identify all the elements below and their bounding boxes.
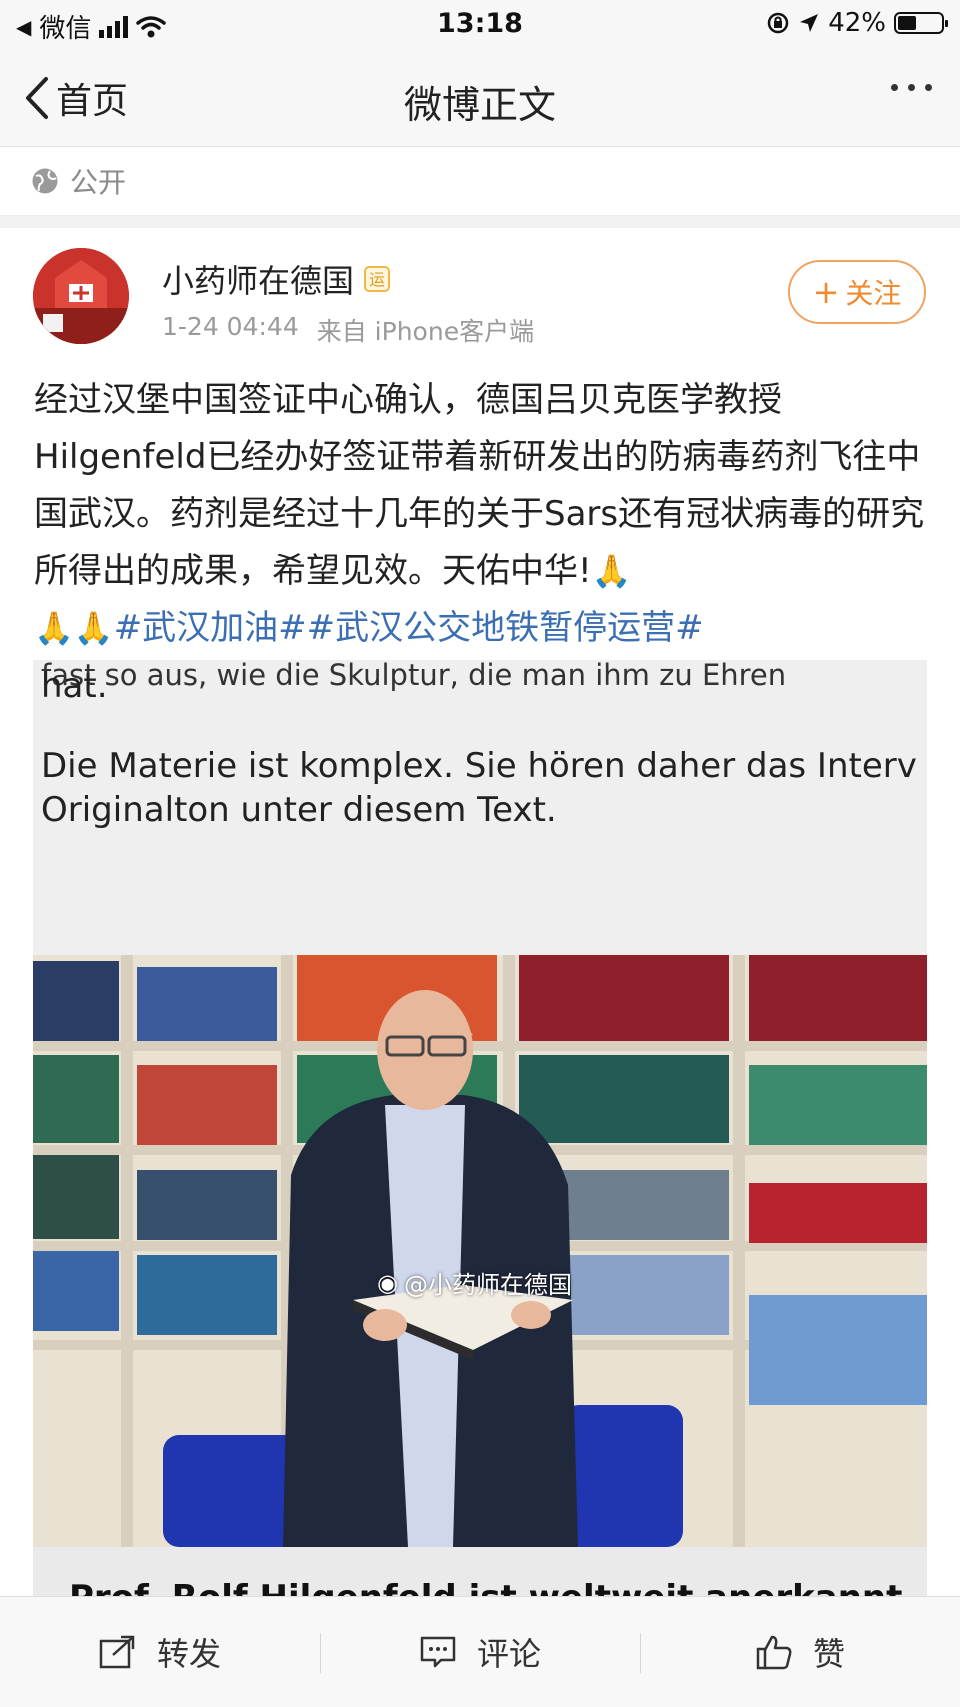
thumbs-up-icon bbox=[756, 1635, 792, 1670]
watermark-text: @小药师在德国 bbox=[403, 1271, 572, 1299]
more-button[interactable] bbox=[891, 84, 932, 91]
dot bbox=[925, 84, 932, 91]
post-body: 经过汉堡中国签证中心确认，德国吕贝克医学教授Hilgenfeld已经办好签证带着… bbox=[34, 372, 934, 657]
battery-icon bbox=[894, 12, 948, 34]
author-name[interactable]: 小药师在德国 bbox=[162, 256, 354, 302]
hashtag-link[interactable]: #武汉公交地铁暂停运营# bbox=[307, 608, 704, 648]
follow-button[interactable]: + 关注 bbox=[788, 260, 926, 324]
post-meta: 1-24 04:44 来自 iPhone客户端 bbox=[162, 312, 534, 348]
dot bbox=[891, 84, 898, 91]
avatar[interactable] bbox=[33, 248, 129, 344]
sports-badge-icon: 运 bbox=[364, 266, 391, 292]
article-line: Die Materie ist komplex. Sie hören daher… bbox=[41, 746, 917, 786]
post-source: 来自 iPhone客户端 bbox=[316, 317, 535, 346]
visibility-label: 公开 bbox=[70, 166, 127, 199]
pray-emoji-icon: 🙏 bbox=[591, 552, 632, 590]
dot bbox=[908, 84, 915, 91]
page-title: 微博正文 bbox=[403, 83, 556, 127]
article-line: fast so aus, wie die Skulptur, die man i… bbox=[41, 660, 787, 692]
post-image[interactable]: fast so aus, wie die Skulptur, die man i… bbox=[33, 660, 927, 1596]
action-bar: 转发 评论 赞 bbox=[0, 1596, 960, 1707]
location-icon bbox=[800, 14, 819, 32]
author-row: 小药师在德国 运 bbox=[162, 256, 391, 302]
avatar-image bbox=[33, 248, 129, 344]
post-text: 经过汉堡中国签证中心确认，德国吕贝克医学教授Hilgenfeld已经办好签证带着… bbox=[34, 380, 925, 591]
plus-icon: + bbox=[812, 273, 840, 311]
comment-icon bbox=[420, 1636, 456, 1668]
hashtag-link[interactable]: #武汉加油# bbox=[114, 608, 307, 648]
section-gap bbox=[0, 216, 960, 228]
pray-emoji-icon: 🙏 bbox=[34, 609, 74, 647]
repost-label: 转发 bbox=[156, 1635, 221, 1673]
globe-icon bbox=[32, 168, 58, 194]
article-caption: Prof. Rolf Hilgenfeld ist weltweit anerk… bbox=[69, 1578, 902, 1596]
status-right: 42% bbox=[766, 8, 948, 38]
share-icon bbox=[99, 1635, 135, 1669]
post-time: 1-24 04:44 bbox=[162, 312, 299, 341]
rotation-lock-icon bbox=[767, 12, 789, 34]
pray-emoji-icon: 🙏 bbox=[73, 609, 114, 647]
repost-button[interactable]: 转发 bbox=[0, 1597, 320, 1707]
weibo-logo-icon: ◉ bbox=[377, 1268, 398, 1297]
visibility-row: 公开 bbox=[0, 147, 960, 216]
status-bar: ◀ 微信 13:18 42% bbox=[0, 0, 960, 50]
comment-button[interactable]: 评论 bbox=[320, 1597, 640, 1707]
nav-bar: 首页 微博正文 bbox=[0, 50, 960, 147]
like-label: 赞 bbox=[812, 1635, 845, 1673]
battery-percent: 42% bbox=[828, 8, 886, 38]
watermark: ◉ @小药师在德国 bbox=[377, 1265, 572, 1300]
article-line: Originalton unter diesem Text. bbox=[41, 790, 557, 830]
article-line: hat. bbox=[41, 666, 108, 706]
follow-label: 关注 bbox=[845, 277, 902, 310]
comment-label: 评论 bbox=[476, 1635, 541, 1673]
article-text-area: fast so aus, wie die Skulptur, die man i… bbox=[33, 660, 927, 955]
like-button[interactable]: 赞 bbox=[640, 1597, 960, 1707]
professor-photo bbox=[33, 955, 927, 1547]
